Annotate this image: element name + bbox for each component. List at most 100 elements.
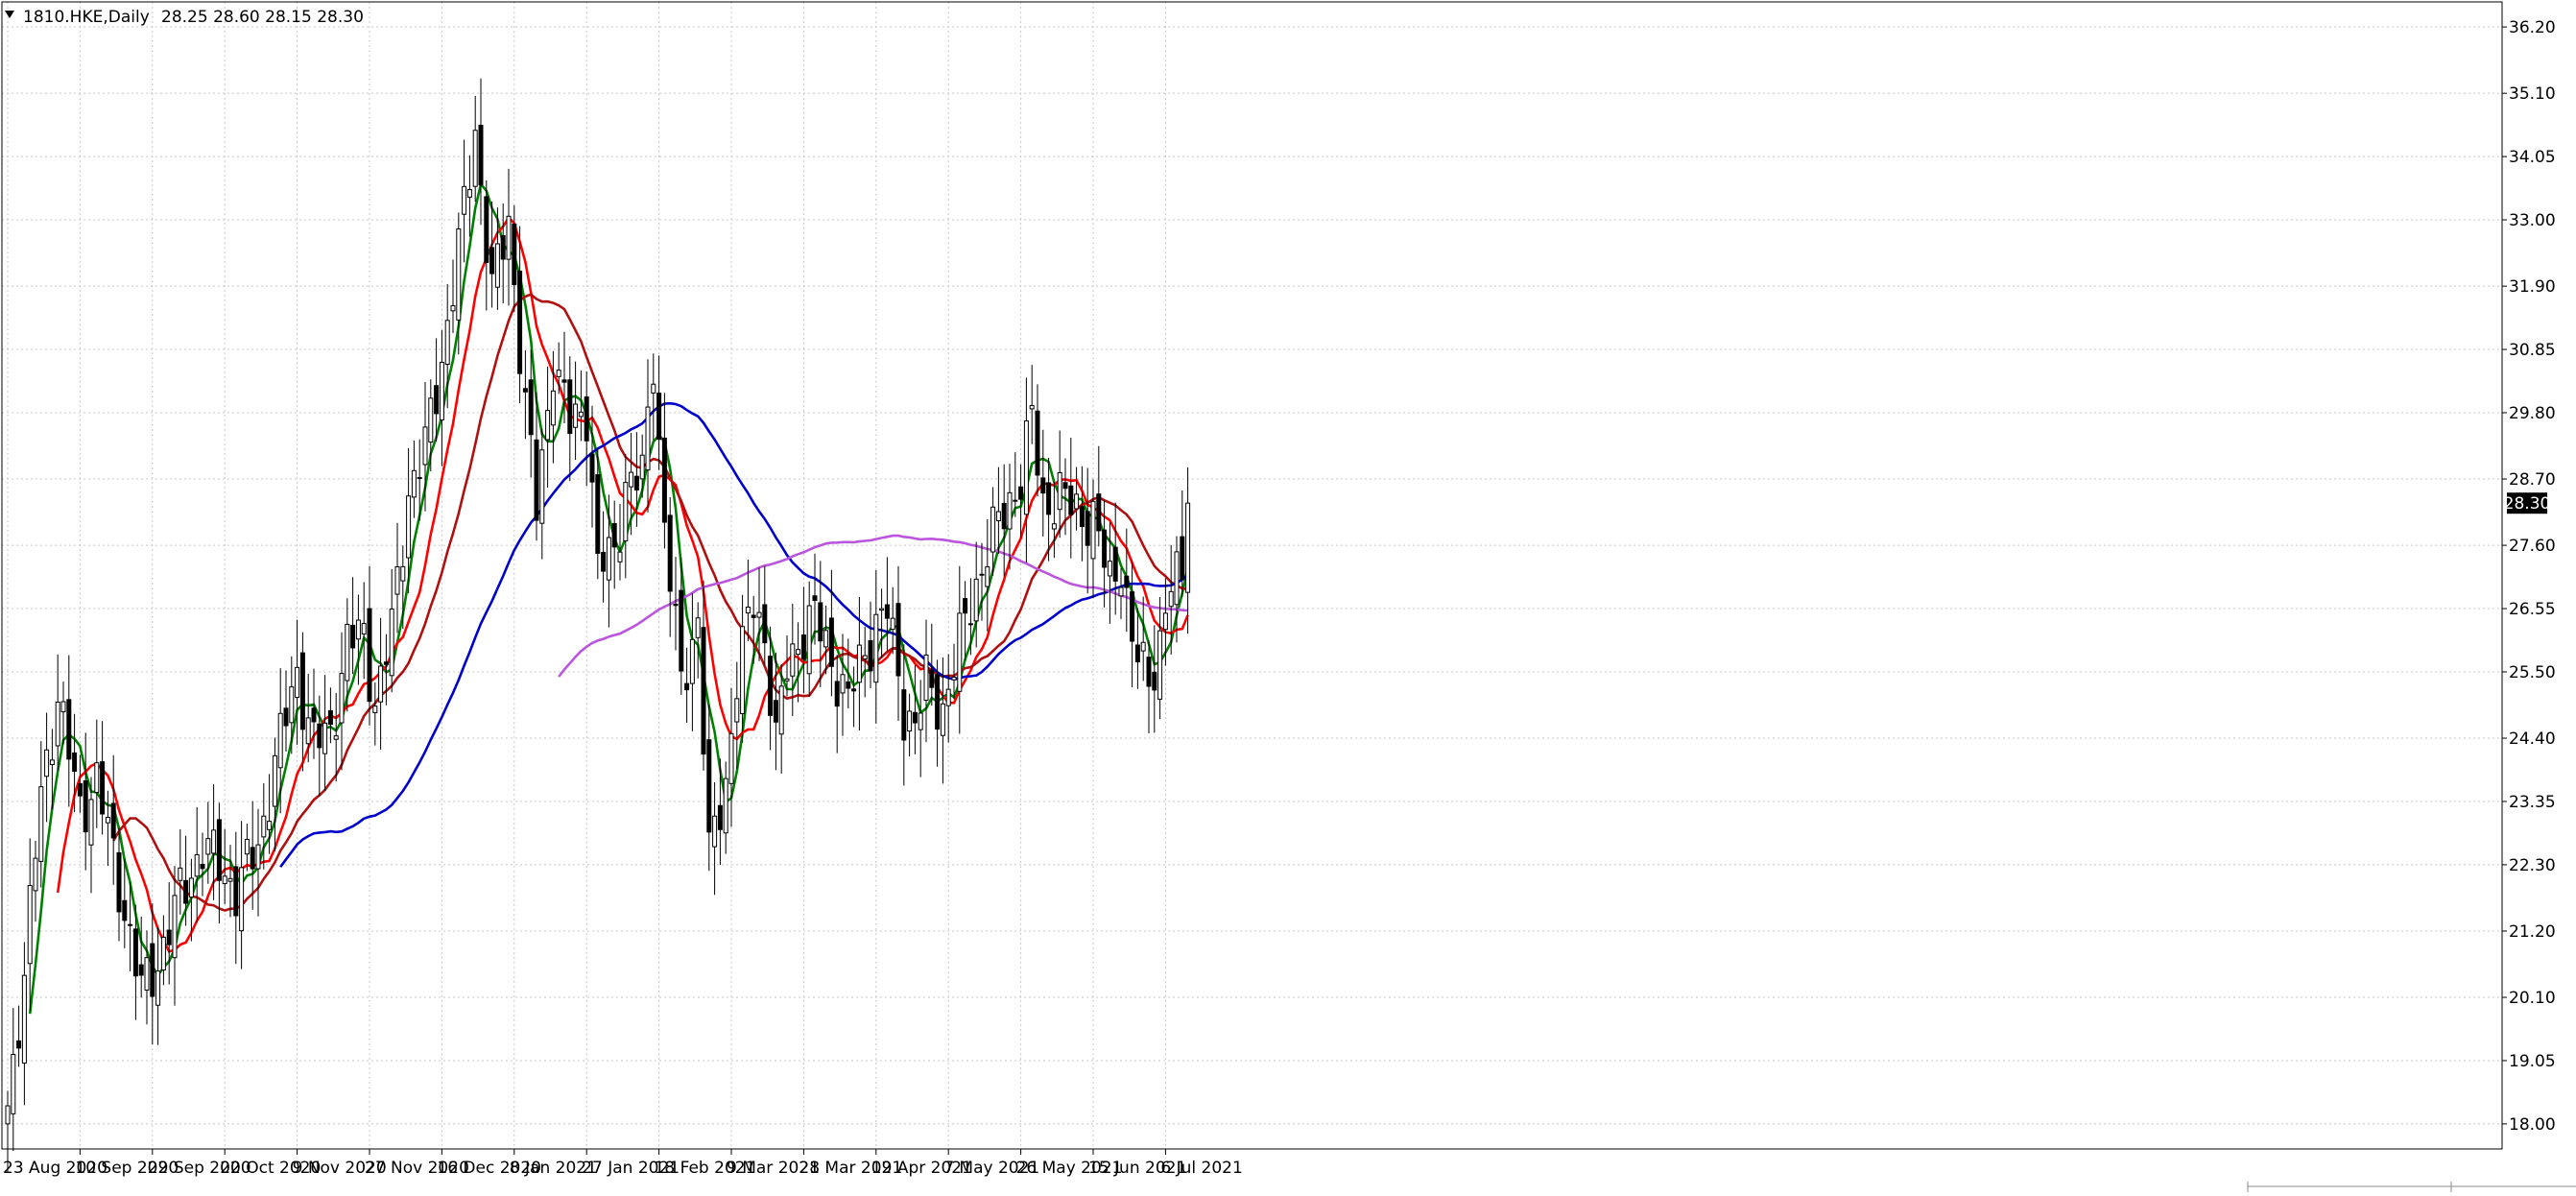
candle-body [49,759,55,765]
chart-window[interactable]: 36.20 35.10 34.05 33.00 31.90 30.85 29.80 28.70… [0,0,2576,1192]
candle-body [856,644,862,683]
candle-body [846,681,851,689]
candle-body [734,698,740,723]
candle-body [1085,511,1090,546]
candle-body [1057,471,1062,511]
candle-body [873,613,879,683]
candle-body [1023,419,1029,515]
candle-body [673,603,679,607]
candle-body [639,454,645,480]
candle-body [188,877,194,898]
candle-body [695,617,701,638]
candle-body [723,777,728,834]
candle-body [963,598,968,614]
candle-body [378,665,384,703]
candle-body [790,643,796,677]
candle-body [800,634,806,660]
candle-body [1180,536,1185,581]
candle-body [333,735,339,740]
candle-body [172,895,178,959]
candle-body [1046,482,1052,515]
candle-body [222,875,227,885]
current-price-label: 28.30 [2504,494,2551,514]
candle-body [367,608,372,703]
candle-body [851,688,857,692]
candle-body [957,612,963,692]
candle-body [484,196,489,264]
candle-body [122,899,128,921]
candle-body [1068,485,1074,515]
y-tick-label: 35.10 [2509,84,2556,104]
y-tick-label: 27.60 [2509,537,2556,556]
candle-body [456,227,462,321]
candle-body [239,867,245,932]
y-tick-label: 26.55 [2509,600,2556,619]
candle-body [890,617,895,631]
candle-body [528,379,534,436]
candle-body [828,617,834,667]
candle-body [1185,502,1191,593]
candle-body [322,722,328,754]
candle-body [1029,405,1035,410]
candle-body [506,215,512,260]
candle-body [629,471,634,488]
candle-body [623,482,629,541]
candle-body [567,379,573,434]
candle-body [211,829,217,854]
candle-body [601,552,607,572]
candle-body [439,361,444,420]
candle-body [595,474,601,554]
candle-body [372,706,378,713]
candle-body [784,678,790,682]
candle-body [912,711,918,724]
candle-body [417,477,422,480]
candle-body [128,923,133,926]
candle-body [1118,586,1124,597]
candle-body [1040,477,1046,494]
chart-header: 1810.HKE,Daily 28.25 28.60 28.15 28.30 [5,8,364,27]
candle-body [812,595,818,602]
candle-body [651,383,656,394]
candle-body [1157,630,1163,700]
candle-body [578,411,584,418]
candle-body [985,566,990,587]
candle-body [768,656,774,716]
candle-body [205,838,211,855]
candle-body [990,506,996,553]
candle-body [973,578,979,622]
candle-body [1107,561,1112,577]
candle-body [345,623,350,682]
candle-body [88,799,94,846]
candle-body [1018,486,1024,500]
candle-body [1134,644,1140,663]
y-tick-label: 31.90 [2509,277,2556,297]
candle-body [494,243,500,288]
candle-body [884,604,890,619]
price-chart[interactable]: 36.20 35.10 34.05 33.00 31.90 30.85 29.80 28.70… [0,0,2576,1192]
candle-body [935,674,941,730]
candle-body [244,838,250,855]
candle-body [907,710,913,732]
candle-body [539,449,545,524]
candle-body [862,655,868,660]
candle-body [1051,523,1057,530]
candle-body [299,652,305,730]
candle-body [83,779,88,833]
candle-body [1013,499,1018,502]
candle-body [361,623,367,635]
candle-body [60,701,66,713]
candle-body [250,847,255,870]
candle-body [1079,506,1085,528]
candle-body [428,397,434,443]
candle-body [450,304,456,312]
candle-body [155,970,161,1006]
candle-body [116,851,122,913]
candle-body [550,390,556,426]
candle-body [895,603,901,677]
candle-body [160,936,166,971]
candle-body [901,689,907,741]
candle-body [311,707,317,723]
candle-body [178,867,183,881]
candle-body [522,388,528,393]
candle-body [751,614,756,618]
